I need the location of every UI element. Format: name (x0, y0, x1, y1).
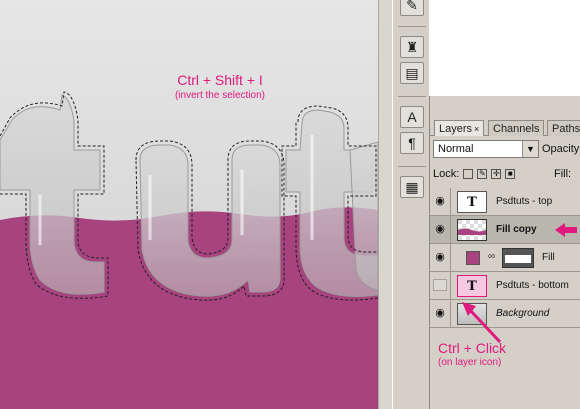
eye-icon[interactable]: ◉ (433, 307, 447, 319)
info-panel-icon[interactable]: ▦ (400, 176, 424, 198)
history-brush-icon[interactable]: ▤ (400, 62, 424, 84)
blend-mode-value: Normal (438, 143, 474, 155)
lock-label: Lock: (433, 168, 460, 180)
dock-separator (398, 166, 426, 167)
canvas-artwork (0, 91, 378, 409)
tab-layers[interactable]: Layers × (434, 120, 485, 136)
eye-hidden-icon[interactable] (433, 279, 447, 291)
tab-layers-label: Layers (439, 123, 473, 135)
row-divider (450, 272, 451, 300)
fill-label: Fill: (554, 168, 572, 180)
tip-description: (invert the selection) (174, 90, 266, 101)
eye-icon[interactable]: ◉ (433, 251, 447, 263)
layer-row[interactable]: ◉ ∞ Fill (430, 244, 580, 272)
fill-color-swatch[interactable] (466, 251, 480, 265)
panel-tabs: Layers × Channels Paths (430, 118, 580, 136)
type-tool-icon[interactable]: A (400, 106, 424, 128)
close-icon[interactable]: × (474, 124, 479, 134)
tab-channels[interactable]: Channels (488, 120, 545, 136)
chevron-down-icon[interactable]: ▼ (522, 141, 538, 157)
callout-arrow-icon (462, 302, 502, 344)
dock-separator (398, 26, 426, 27)
type-layer-thumb[interactable]: T (457, 191, 487, 213)
canvas-scrollbar[interactable] (378, 0, 392, 409)
tab-channels-label: Channels (493, 123, 540, 135)
lock-pixels-icon[interactable]: ✎ (477, 169, 488, 179)
tab-paths[interactable]: Paths (547, 120, 580, 136)
link-icon[interactable]: ∞ (488, 251, 495, 262)
tab-paths-label: Paths (552, 123, 580, 135)
brush-tool-icon[interactable]: ✎ (400, 0, 424, 16)
tip-shortcut: Ctrl + Shift + I (177, 72, 263, 88)
lock-transparency-icon[interactable] (463, 169, 474, 179)
paragraph-icon[interactable]: ¶ (400, 132, 424, 154)
row-divider (450, 216, 451, 244)
clone-stamp-icon[interactable]: ♜ (400, 36, 424, 58)
glass-letters (0, 94, 378, 297)
document-canvas[interactable]: Ctrl + Shift + I (invert the selection) (0, 0, 378, 409)
callout-shortcut: Ctrl + Click (438, 340, 507, 356)
layer-mask-thumb[interactable] (502, 248, 534, 268)
fill-copy-thumb[interactable] (457, 219, 487, 241)
layer-name: Psdtuts - top (496, 196, 553, 207)
callout-tip: Ctrl + Click (on layer icon) (438, 340, 506, 368)
pointer-arrow-icon (555, 223, 577, 237)
panel-dock-strip: ✎ ♜ ▤ A ¶ ▦ (392, 0, 429, 409)
row-divider (450, 300, 451, 328)
lock-row: Lock: ✎ ✛ ■ (433, 168, 516, 180)
row-divider (450, 188, 451, 216)
blend-mode-select[interactable]: Normal ▼ (433, 140, 539, 158)
opacity-label: Opacity: (542, 143, 580, 155)
callout-description: (on layer icon) (438, 357, 502, 368)
lock-all-icon[interactable]: ■ (505, 169, 516, 179)
lock-position-icon[interactable]: ✛ (491, 169, 502, 179)
eye-icon[interactable]: ◉ (433, 223, 447, 235)
layer-name: Fill copy (496, 224, 537, 235)
invert-selection-tip: Ctrl + Shift + I (invert the selection) (120, 72, 320, 101)
layer-row[interactable]: ◉ T Psdtuts - top (430, 188, 580, 216)
dock-separator (398, 96, 426, 97)
eye-icon[interactable]: ◉ (433, 195, 447, 207)
row-divider (450, 244, 451, 272)
layer-name: Fill (542, 252, 555, 263)
layer-row-selected[interactable]: ◉ Fill copy (430, 216, 580, 244)
mask-white-band (505, 255, 531, 263)
